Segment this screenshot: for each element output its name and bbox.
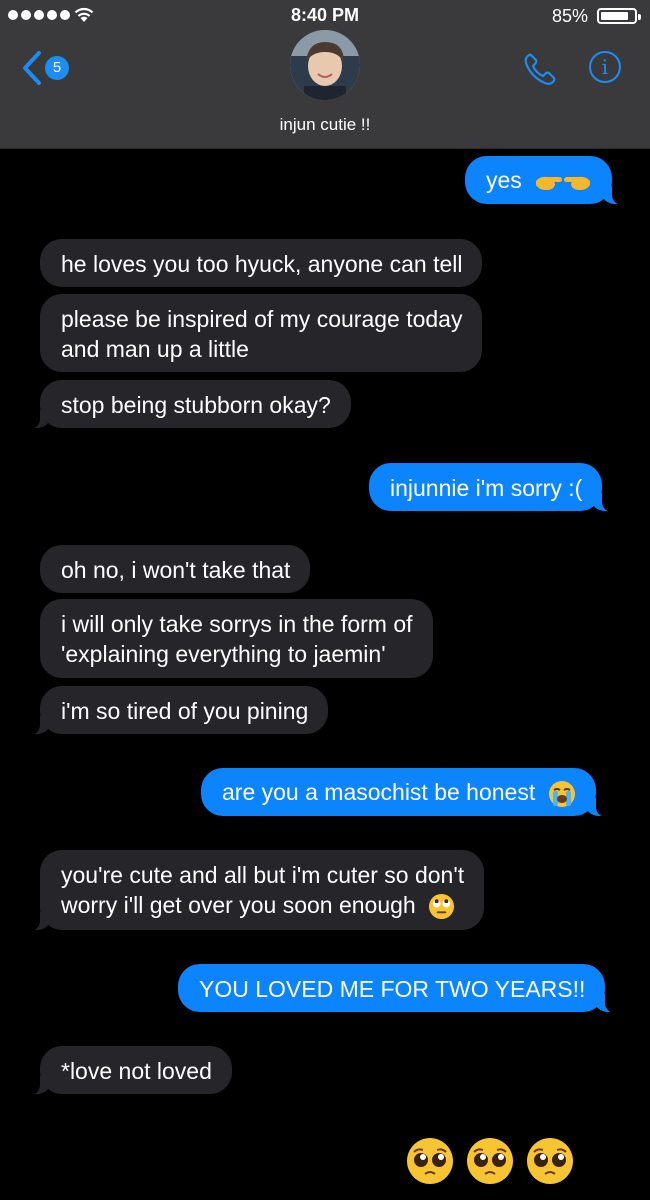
message-text: i will only take sorrys in the form of [61,611,413,637]
conversation-header: 8:40 PM 85% 5 injun cutie !! i [0,0,650,149]
contact-name[interactable]: injun cutie !! [0,115,650,135]
message-text: worry i'll get over you soon enough [61,892,416,918]
message-received[interactable]: oh no, i won't take that [40,545,311,593]
message-text: please be inspired of my courage today [61,306,463,332]
info-icon[interactable]: i [589,51,621,83]
pleading-face-emoji [467,1138,513,1184]
message-sent[interactable]: are you a masochist be honest [201,768,609,817]
unread-count-badge: 5 [45,56,69,80]
message-text: *love not loved [61,1058,212,1084]
message-sent[interactable]: YOU LOVED ME FOR TWO YEARS!! [178,964,619,1013]
battery-percentage: 85% [551,6,588,26]
message-text: he loves you too hyuck, anyone can tell [61,251,463,277]
message-received[interactable]: you're cute and all but i'm cuter so don… [26,850,485,931]
message-received[interactable]: *love not loved [27,1046,232,1095]
message-received[interactable]: stop being stubborn okay? [27,380,351,429]
emoji-only-message[interactable] [405,1136,575,1186]
message-sent[interactable]: yes [465,156,626,205]
message-text: injunnie i'm sorry :( [390,475,583,501]
contact-photo [290,30,360,100]
message-text: you're cute and all but i'm cuter so don… [61,862,465,888]
message-text: yes [486,167,522,193]
loudly-crying-face-emoji [548,780,575,807]
message-received[interactable]: i'm so tired of you pining [26,686,329,735]
phone-call-icon[interactable] [523,52,557,86]
contact-avatar[interactable] [290,30,360,100]
message-sent[interactable]: injunnie i'm sorry :( [369,463,616,512]
message-text: YOU LOVED ME FOR TWO YEARS!! [199,976,586,1002]
battery-icon [597,8,641,24]
message-received[interactable]: i will only take sorrys in the form of '… [40,599,433,678]
message-text: stop being stubborn okay? [61,392,331,418]
pointing-hands-emoji [536,176,591,190]
message-received[interactable]: please be inspired of my courage today a… [40,294,483,372]
message-text: i'm so tired of you pining [61,698,309,724]
pleading-face-emoji [527,1138,573,1184]
message-text: 'explaining everything to jaemin' [61,641,386,667]
message-text: and man up a little [61,336,249,362]
back-button[interactable]: 5 [22,50,72,86]
face-with-rolling-eyes-emoji [429,894,455,920]
message-received[interactable]: he loves you too hyuck, anyone can tell [40,239,483,287]
pleading-face-emoji [407,1138,453,1184]
status-bar: 8:40 PM 85% [0,0,650,34]
message-text: oh no, i won't take that [61,557,291,583]
chevron-left-icon [23,51,41,85]
message-text: are you a masochist be honest [222,779,536,805]
